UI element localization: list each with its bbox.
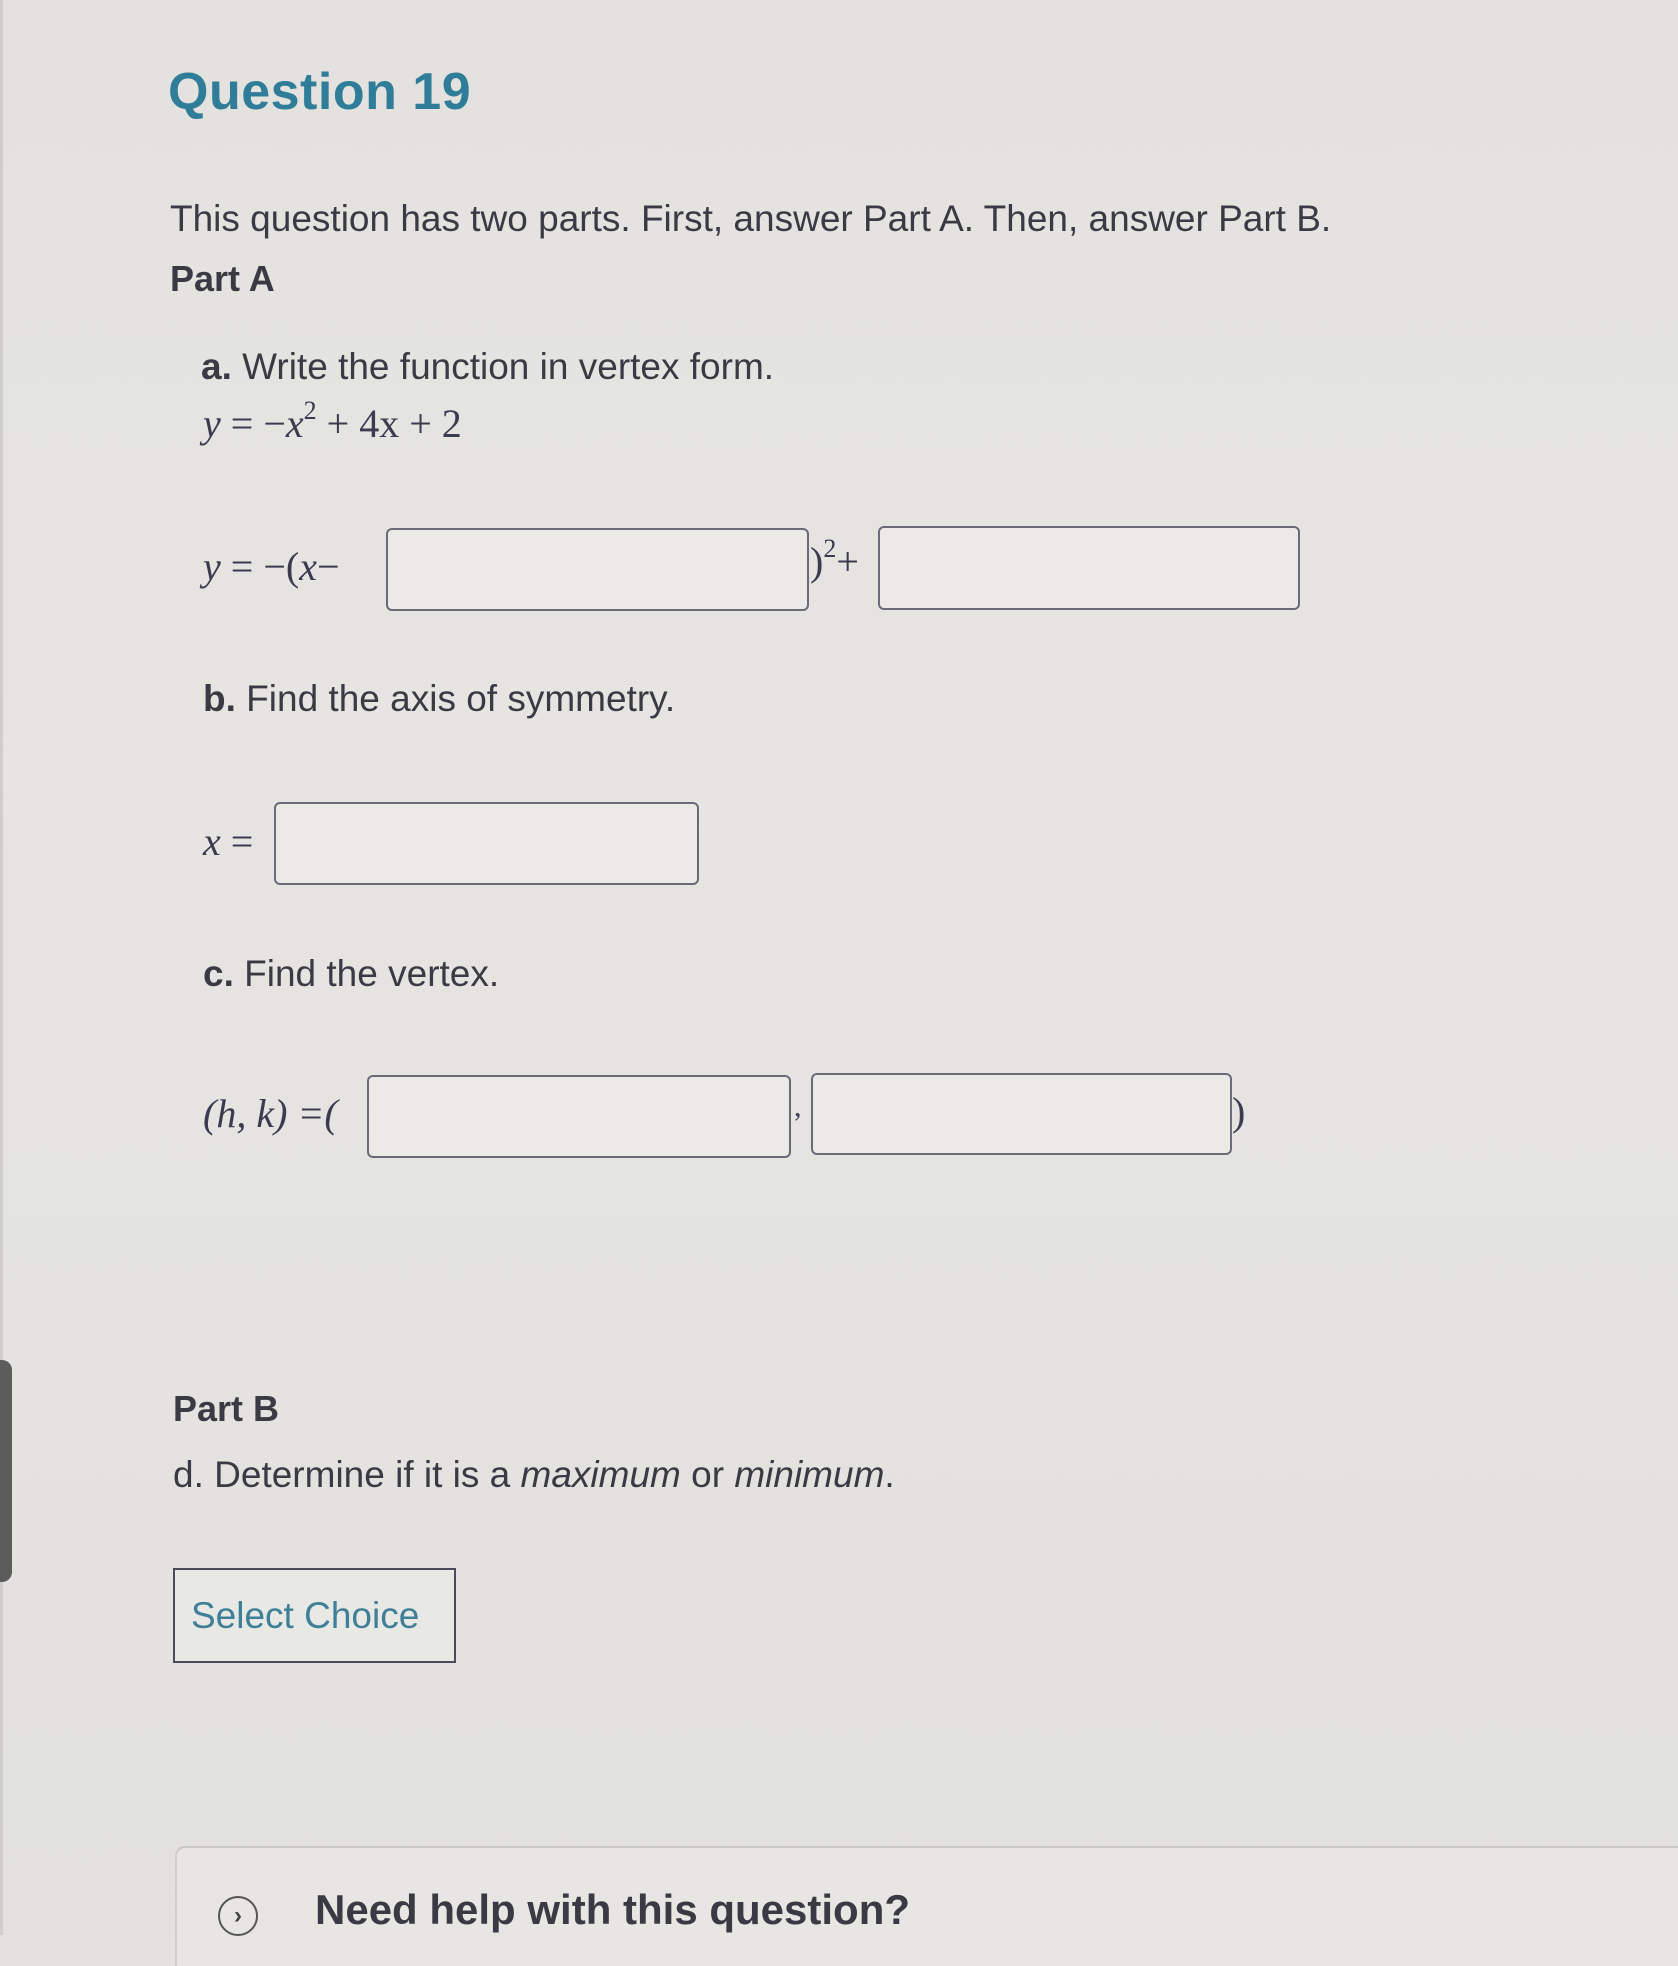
item-b-label: b. (203, 678, 236, 719)
item-d-text: Determine if it is a (214, 1454, 521, 1495)
vertex-comma: , (794, 1090, 802, 1123)
item-d-maximum: maximum (520, 1454, 681, 1495)
eq-exponent: 2 (303, 396, 317, 425)
vertex-prefix: (h, k) =( (203, 1090, 338, 1137)
chevron-right-circle-icon[interactable]: › (218, 1896, 258, 1936)
vertex-form-prefix: y = −(x− (203, 543, 340, 590)
select-choice-label: Select Choice (191, 1594, 420, 1636)
vf-close-paren: ) (810, 539, 824, 584)
vertex-lhs: (h, k) =( (203, 1091, 338, 1136)
given-equation: y = −x2 + 4x + 2 (203, 396, 462, 447)
question-title: Question 19 (168, 63, 472, 121)
item-a-prompt: a. Write the function in vertex form. (201, 346, 774, 388)
item-d-label: d. (173, 1454, 204, 1495)
part-b-heading: Part B (173, 1388, 280, 1429)
eq-equals: = (230, 401, 254, 446)
eq-rest: + 4x + 2 (326, 401, 462, 446)
item-c-prompt: c. Find the vertex. (203, 953, 499, 995)
vf-x: x (299, 544, 317, 589)
vertex-form-suffix: )2+ (810, 534, 859, 585)
item-c-text: Find the vertex. (244, 953, 500, 994)
help-toggle-link[interactable]: Need help with this question? (315, 1886, 910, 1934)
item-b-prompt: b. Find the axis of symmetry. (203, 678, 675, 720)
item-a-text: Write the function in vertex form. (242, 346, 775, 387)
item-d-or: or (680, 1454, 735, 1495)
part-a-heading: Part A (170, 258, 275, 299)
vertex-close-paren: ) (1232, 1089, 1246, 1134)
vf-minus: − (316, 544, 340, 589)
axis-prefix: x = (203, 818, 253, 865)
item-d-period: . (884, 1454, 895, 1495)
vertex-k-input[interactable] (811, 1073, 1232, 1155)
vf-eq: = −( (230, 544, 300, 589)
item-d-prompt: d. Determine if it is a maximum or minim… (173, 1454, 895, 1496)
eq-minus: − (263, 401, 286, 446)
side-drawer-handle[interactable] (0, 1360, 12, 1582)
item-d-minimum: minimum (734, 1454, 885, 1495)
eq-lhs: y (203, 401, 221, 446)
vertex-form-h-input[interactable] (386, 528, 809, 611)
max-min-select-dropdown[interactable]: Select Choice (173, 1568, 456, 1663)
question-intro: This question has two parts. First, answ… (170, 198, 1332, 239)
vf-plus: + (836, 539, 859, 584)
item-c-label: c. (203, 953, 234, 994)
item-b-text: Find the axis of symmetry. (246, 678, 676, 719)
page-edge (0, 0, 3, 1935)
axis-eq: = (230, 819, 254, 864)
vertex-form-k-input[interactable] (878, 526, 1300, 610)
item-a-label: a. (201, 346, 232, 387)
vf-exponent: 2 (823, 534, 837, 563)
axis-of-symmetry-input[interactable] (274, 802, 699, 885)
vf-y: y (203, 544, 221, 589)
axis-var: x (203, 819, 221, 864)
vertex-h-input[interactable] (367, 1075, 791, 1158)
eq-var: x (285, 401, 304, 446)
